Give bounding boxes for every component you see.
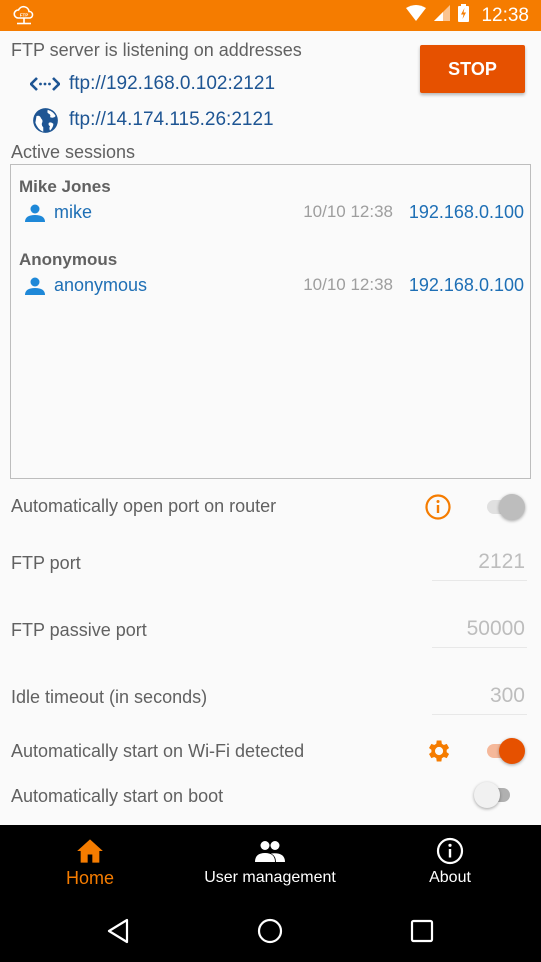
listening-title: FTP server is listening on addresses [11, 40, 302, 60]
session-item[interactable]: Mike Jones mike 10/10 12:38 192.168.0.10… [19, 177, 524, 226]
status-bar: FTP 12:38 [0, 0, 541, 31]
session-display-name: Anonymous [19, 250, 118, 269]
idle-timeout-input[interactable]: 300 [490, 684, 525, 708]
nav-user-management[interactable]: User management [190, 825, 350, 899]
active-sessions-list[interactable]: Mike Jones mike 10/10 12:38 192.168.0.10… [10, 164, 531, 479]
lan-address[interactable]: ftp://192.168.0.102:2121 [30, 70, 275, 98]
setting-idle-timeout: Idle timeout (in seconds) 300 [0, 680, 541, 716]
session-time: 10/10 12:38 [303, 275, 393, 294]
start-on-boot-switch[interactable] [472, 781, 516, 809]
session-ip: 192.168.0.100 [408, 202, 524, 222]
passive-port-label: FTP passive port [11, 620, 147, 640]
ftp-cloud-icon: FTP [12, 5, 36, 27]
idle-timeout-label: Idle timeout (in seconds) [11, 687, 208, 707]
ftp-port-label: FTP port [11, 553, 81, 573]
session-username: anonymous [54, 275, 148, 295]
open-port-router-switch[interactable] [483, 493, 527, 521]
active-sessions-title: Active sessions [11, 142, 136, 162]
setting-open-port-router: Automatically open port on router [0, 491, 541, 523]
nav-about[interactable]: About [400, 825, 500, 899]
wan-address[interactable]: ftp://14.174.115.26:2121 [30, 106, 274, 134]
session-time: 10/10 12:38 [303, 202, 393, 221]
home-screen: FTP server is listening on addresses ftp… [0, 31, 541, 825]
home-circle-icon[interactable] [256, 917, 284, 945]
wan-address-url: ftp://14.174.115.26:2121 [69, 109, 274, 130]
gear-icon[interactable] [424, 737, 452, 770]
user-icon [25, 204, 45, 222]
setting-start-on-boot: Automatically start on boot [0, 781, 541, 813]
ftp-port-underline [432, 580, 527, 581]
passive-port-underline [432, 647, 527, 648]
nav-home-label: Home [65, 868, 114, 888]
nav-home[interactable]: Home [40, 825, 140, 899]
session-item[interactable]: Anonymous anonymous 10/10 12:38 192.168.… [19, 250, 524, 299]
open-port-router-label: Automatically open port on router [11, 496, 277, 516]
info-icon [436, 837, 464, 865]
start-on-wifi-switch[interactable] [483, 737, 527, 765]
session-username: mike [54, 202, 93, 222]
nav-user-management-label: User management [204, 869, 336, 886]
setting-ftp-port: FTP port 2121 [0, 546, 541, 582]
system-navigation-bar [0, 899, 541, 962]
switch-thumb [474, 782, 500, 808]
recents-icon[interactable] [408, 917, 436, 945]
wifi-icon [406, 5, 427, 26]
session-ip: 192.168.0.100 [408, 275, 524, 295]
globe-icon [30, 106, 60, 134]
idle-timeout-underline [432, 714, 527, 715]
svg-text:FTP: FTP [20, 13, 29, 18]
stop-server-button[interactable]: STOP [420, 45, 525, 93]
bottom-navigation: Home User management About [0, 825, 541, 899]
nav-about-label: About [429, 869, 471, 886]
start-on-boot-label: Automatically start on boot [11, 786, 224, 806]
back-icon[interactable] [104, 917, 132, 945]
battery-charging-icon [458, 4, 470, 27]
ftp-port-input[interactable]: 2121 [478, 550, 525, 574]
session-display-name: Mike Jones [19, 177, 111, 196]
start-on-wifi-label: Automatically start on Wi-Fi detected [11, 741, 305, 761]
setting-passive-port: FTP passive port 50000 [0, 613, 541, 649]
info-icon[interactable] [424, 493, 452, 526]
lan-address-url: ftp://192.168.0.102:2121 [69, 73, 276, 94]
user-icon [25, 277, 45, 295]
switch-thumb [499, 738, 525, 764]
setting-start-on-wifi: Automatically start on Wi-Fi detected [0, 735, 541, 767]
switch-thumb [499, 494, 525, 520]
home-icon [76, 837, 104, 865]
users-icon [255, 837, 285, 865]
lan-code-icon [30, 70, 60, 98]
clock: 12:38 [481, 4, 529, 26]
passive-port-input[interactable]: 50000 [467, 617, 525, 641]
cell-signal-icon [434, 5, 451, 26]
